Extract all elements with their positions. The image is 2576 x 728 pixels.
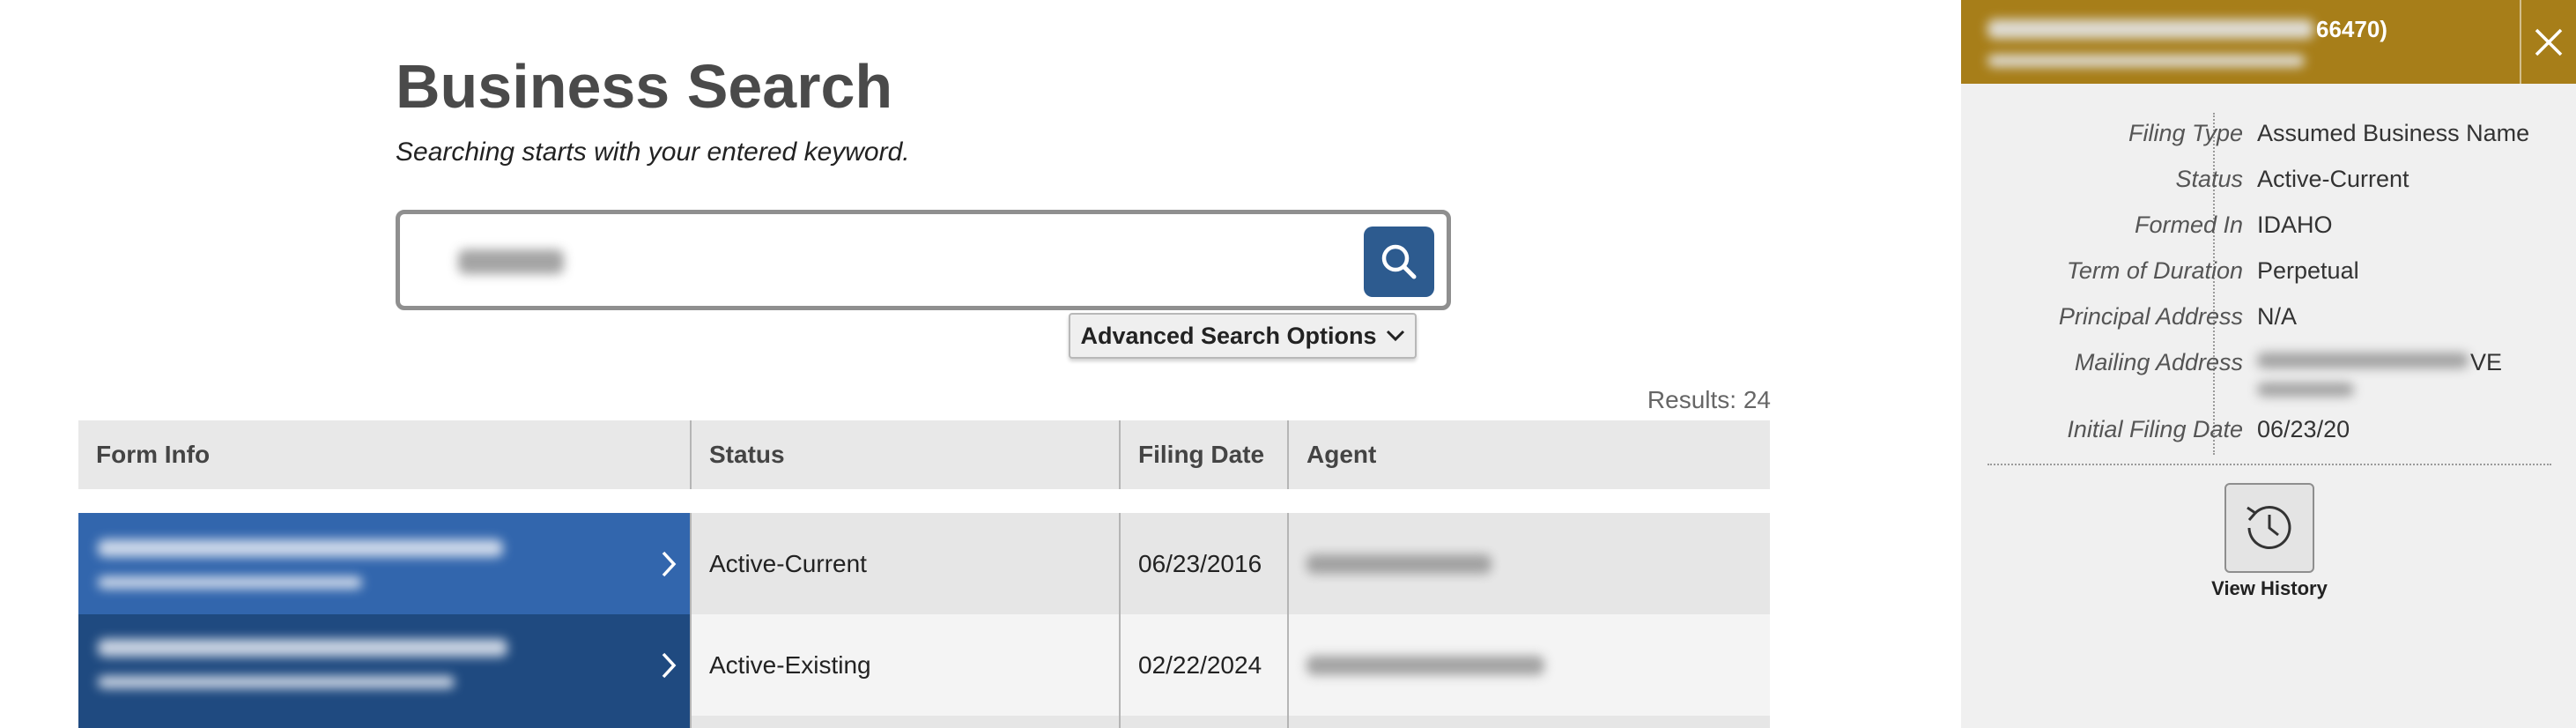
mailing-address-line2-redacted xyxy=(2257,383,2354,397)
detail-value: Active-Current xyxy=(2257,166,2409,192)
panel-business-name-redacted xyxy=(1988,19,2313,39)
main-content: Business Search Searching starts with yo… xyxy=(0,0,1963,728)
page-title: Business Search xyxy=(396,52,893,121)
table-row[interactable] xyxy=(78,716,1770,728)
detail-value: VE xyxy=(2470,349,2503,375)
detail-label: Status xyxy=(2175,166,2243,192)
detail-label: Initial Filing Date xyxy=(2067,416,2243,442)
business-name-redacted xyxy=(98,639,507,657)
search-input[interactable] xyxy=(396,210,1451,310)
advanced-search-label: Advanced Search Options xyxy=(1080,322,1377,349)
view-history-label: View History xyxy=(2211,577,2328,599)
filing-date-cell xyxy=(1119,716,1287,728)
search-button[interactable] xyxy=(1364,227,1434,297)
detail-label: Term of Duration xyxy=(2066,257,2243,284)
filing-date-cell: 06/23/2016 xyxy=(1119,513,1287,614)
detail-value: N/A xyxy=(2257,303,2298,330)
history-icon xyxy=(2247,506,2291,550)
agent-cell xyxy=(1287,614,1770,716)
panel-business-subtitle-redacted xyxy=(1988,55,2305,67)
close-icon xyxy=(2535,28,2563,56)
detail-value: Perpetual xyxy=(2257,257,2359,284)
page-subtitle: Searching starts with your entered keywo… xyxy=(396,137,910,167)
agent-redacted xyxy=(1307,553,1492,574)
results-count: Results: 24 xyxy=(1647,386,1771,413)
panel-business-id: 66470) xyxy=(2316,16,2387,42)
close-button[interactable] xyxy=(2520,0,2576,84)
agent-cell xyxy=(1287,716,1770,728)
agent-cell xyxy=(1287,513,1770,614)
chevron-right-icon xyxy=(662,652,677,678)
detail-label: Filing Type xyxy=(2128,120,2243,146)
column-header-filing-date[interactable]: Filing Date xyxy=(1119,420,1287,489)
chevron-down-icon xyxy=(1386,330,1404,342)
filing-date-cell: 02/22/2024 xyxy=(1119,614,1287,716)
search-input-value-redacted xyxy=(458,249,564,274)
advanced-search-options-button[interactable]: Advanced Search Options xyxy=(1069,313,1417,359)
detail-row-status: Status Active-Current xyxy=(1988,159,2551,204)
detail-value: Assumed Business Name xyxy=(2257,120,2530,146)
table-header: Form Info Status Filing Date Agent xyxy=(78,420,1770,489)
form-info-cell[interactable] xyxy=(78,513,690,614)
detail-row-initial-filing-date: Initial Filing Date 06/23/20 xyxy=(1988,409,2551,455)
business-name-redacted xyxy=(98,539,503,557)
status-cell: Active-Existing xyxy=(690,614,1119,716)
detail-label: Mailing Address xyxy=(2074,349,2243,375)
chevron-right-icon xyxy=(662,551,677,576)
detail-panel: 66470) Filing Type Assumed Business Name… xyxy=(1961,0,2576,728)
detail-value: 06/23/20 xyxy=(2257,416,2350,442)
detail-divider-horizontal xyxy=(1988,464,2551,465)
detail-panel-header: 66470) xyxy=(1961,0,2576,84)
detail-row-term-of-duration: Term of Duration Perpetual xyxy=(1988,250,2551,296)
detail-row-principal-address: Principal Address N/A xyxy=(1988,296,2551,342)
view-history-button[interactable] xyxy=(2224,483,2314,573)
table-row[interactable]: Active-Existing 02/22/2024 xyxy=(78,614,1770,716)
table-row[interactable]: Active-Current 06/23/2016 xyxy=(78,513,1770,614)
mailing-address-redacted xyxy=(2257,353,2469,368)
detail-label: Formed In xyxy=(2134,212,2243,238)
detail-label: Principal Address xyxy=(2058,303,2243,330)
form-info-cell[interactable] xyxy=(78,614,690,716)
business-id-redacted xyxy=(98,676,455,688)
column-header-agent[interactable]: Agent xyxy=(1287,420,1770,489)
business-id-redacted xyxy=(98,576,362,589)
detail-value: IDAHO xyxy=(2257,212,2333,238)
search-icon xyxy=(1381,244,1417,279)
status-cell xyxy=(690,716,1119,728)
form-info-cell[interactable] xyxy=(78,716,690,728)
detail-row-filing-type: Filing Type Assumed Business Name xyxy=(1988,113,2551,159)
column-header-status[interactable]: Status xyxy=(690,420,1119,489)
detail-row-formed-in: Formed In IDAHO xyxy=(1988,204,2551,250)
agent-redacted xyxy=(1307,655,1544,675)
detail-list: Filing Type Assumed Business Name Status… xyxy=(1988,113,2551,455)
status-cell: Active-Current xyxy=(690,513,1119,614)
detail-row-mailing-address: Mailing Address VE xyxy=(1988,342,2551,409)
column-header-form-info[interactable]: Form Info xyxy=(78,420,690,489)
